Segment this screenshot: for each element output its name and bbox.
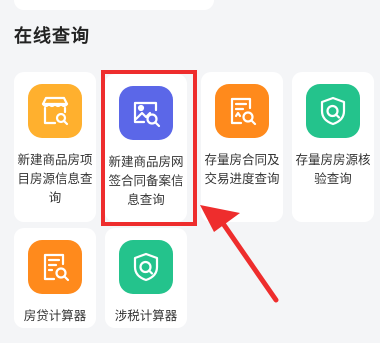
card-label: 涉税计算器 bbox=[114, 308, 178, 323]
card-label: 新建商品房网签合同备案信息查询 bbox=[108, 154, 184, 207]
card-label: 存量房房源核验查询 bbox=[295, 152, 371, 186]
shield-search-icon bbox=[119, 240, 173, 294]
card-new-house-listing[interactable]: 新建商品房项目房源信息查询 bbox=[14, 72, 96, 222]
document-search-icon bbox=[28, 240, 82, 294]
card-stock-house-verify[interactable]: 存量房房源核验查询 bbox=[292, 72, 374, 222]
shop-search-icon bbox=[28, 84, 82, 138]
image-search-icon bbox=[119, 86, 173, 140]
shield-search-icon bbox=[306, 84, 360, 138]
card-tax-calculator[interactable]: 涉税计算器 bbox=[105, 228, 187, 328]
card-new-house-contract[interactable]: 新建商品房网签合同备案信息查询 bbox=[105, 74, 187, 222]
card-label: 新建商品房项目房源信息查询 bbox=[17, 152, 93, 205]
card-stock-house-contract[interactable]: 存量房合同及交易进度查询 bbox=[201, 72, 283, 222]
query-grid: 新建商品房项目房源信息查询 新建商品房网签合同备案信息查询 存量房合同及交易进度… bbox=[0, 0, 380, 343]
card-label: 存量房合同及交易进度查询 bbox=[204, 152, 280, 186]
card-mortgage-calculator[interactable]: 房贷计算器 bbox=[14, 228, 96, 328]
contract-search-icon bbox=[215, 84, 269, 138]
card-label: 房贷计算器 bbox=[23, 308, 87, 323]
